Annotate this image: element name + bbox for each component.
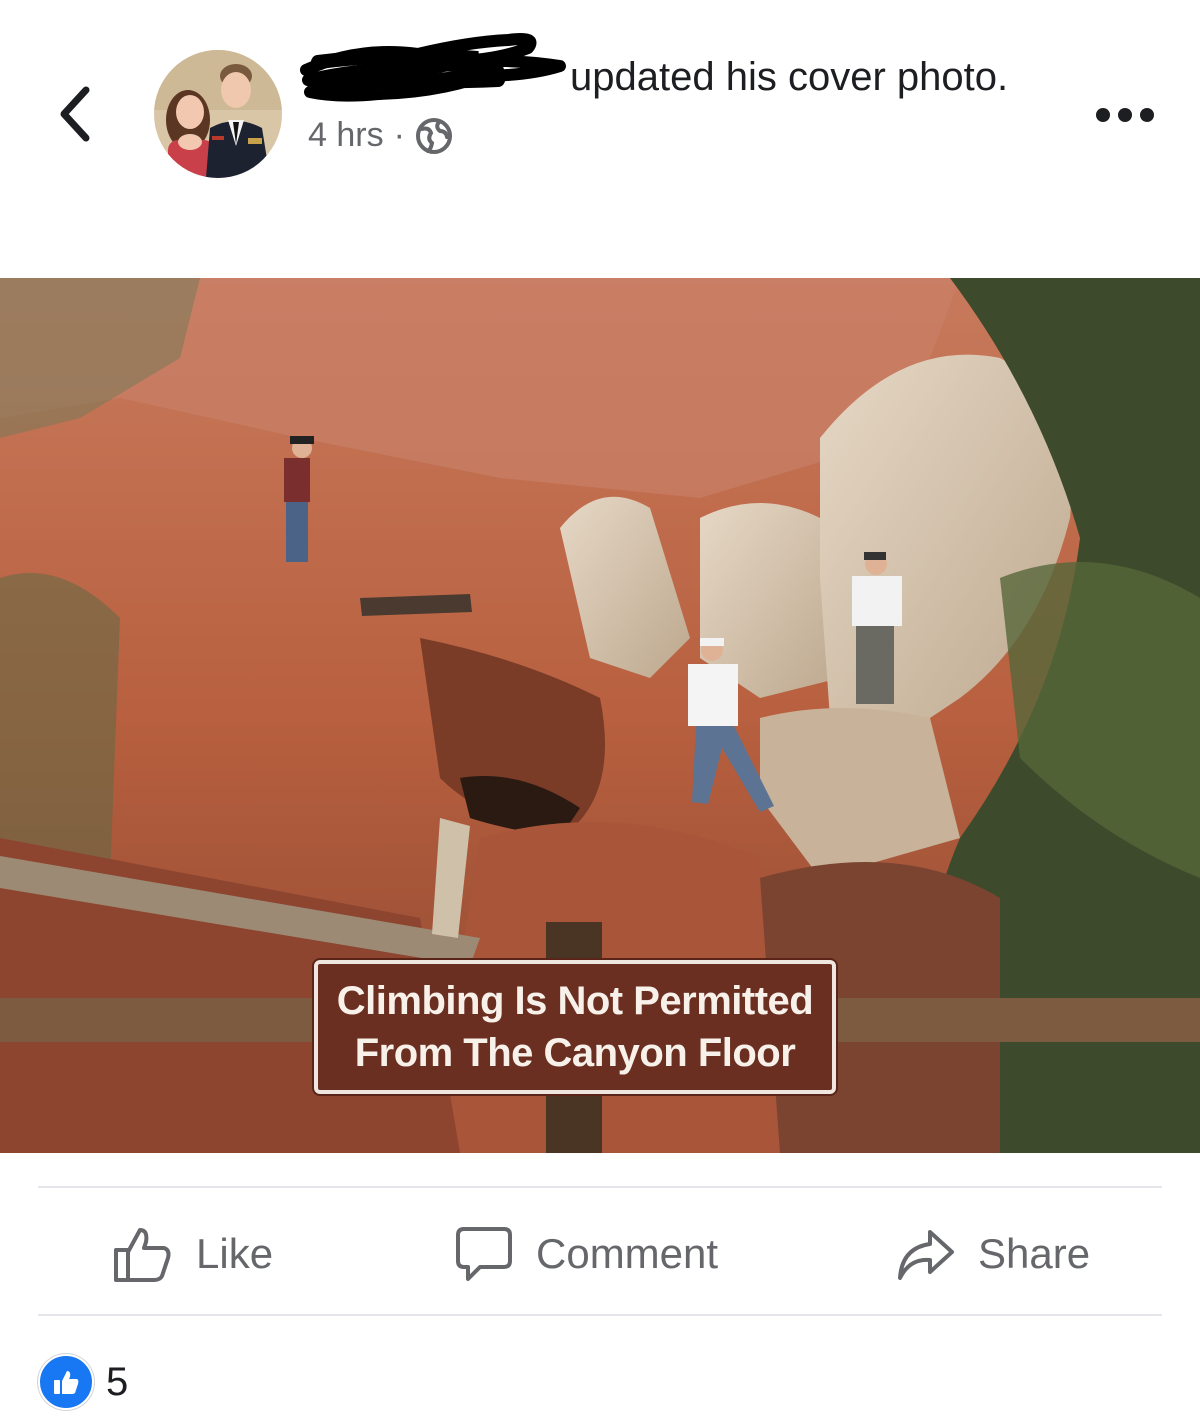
chevron-left-icon <box>60 86 90 142</box>
share-label: Share <box>978 1230 1091 1277</box>
actions-divider-bottom <box>38 1314 1162 1316</box>
sign-line-2: From The Canyon Floor <box>354 1031 796 1075</box>
sign-line-1: Climbing Is Not Permitted <box>336 979 814 1023</box>
ellipsis-icon <box>1096 108 1154 122</box>
warning-sign: Climbing Is Not Permitted From The Canyo… <box>314 960 836 1094</box>
post-action-label: updated his cover photo. <box>570 55 1009 99</box>
like-reaction-icon <box>38 1354 94 1410</box>
comment-button[interactable]: Comment <box>454 1214 718 1294</box>
post-view: updated his cover photo. 4 hrs · Climbin… <box>0 0 1200 1420</box>
like-label: Like <box>196 1230 274 1277</box>
share-arrow-icon <box>898 1230 954 1280</box>
post-meta: 4 hrs · <box>308 116 1028 155</box>
comment-label: Comment <box>536 1230 719 1277</box>
like-button[interactable]: Like <box>112 1214 273 1294</box>
post-action-text: updated his cover photo. <box>300 33 1028 104</box>
thumbs-up-icon <box>114 1228 171 1282</box>
globe-icon[interactable] <box>415 117 453 155</box>
redaction-scribble <box>300 33 566 102</box>
reaction-count: 5 <box>106 1359 129 1404</box>
actions-divider-top <box>38 1186 1162 1188</box>
comment-bubble-icon <box>456 1227 512 1281</box>
share-button[interactable]: Share <box>896 1214 1090 1294</box>
meta-separator: · <box>393 116 405 154</box>
more-options-button[interactable] <box>1090 100 1160 130</box>
post-timestamp[interactable]: 4 hrs <box>308 116 384 155</box>
reaction-summary[interactable]: 5 <box>38 1354 128 1410</box>
post-header: updated his cover photo. 4 hrs · <box>300 33 1028 155</box>
cover-photo[interactable]: Climbing Is Not Permitted From The Canyo… <box>0 278 1200 1153</box>
avatar[interactable] <box>154 50 282 178</box>
back-button[interactable] <box>52 82 100 146</box>
avatar-image <box>154 50 282 178</box>
